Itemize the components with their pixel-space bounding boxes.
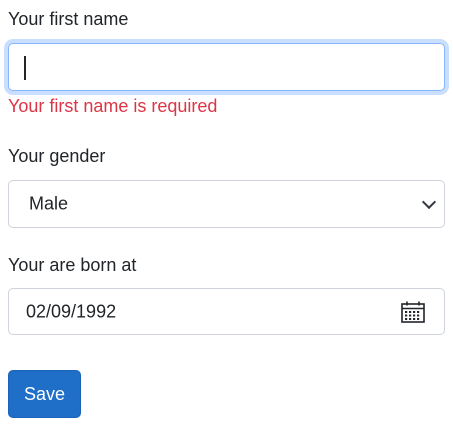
calendar-icon[interactable] — [401, 301, 425, 323]
gender-label: Your gender — [8, 146, 106, 166]
first-name-error: Your first name is required — [8, 96, 218, 116]
gender-selected-value: Male — [29, 193, 69, 214]
birth-date-input[interactable]: 02/09/1992 — [8, 288, 445, 335]
first-name-label: Your first name — [8, 9, 129, 29]
chevron-down-icon — [421, 194, 437, 210]
save-button[interactable]: Save — [8, 370, 81, 418]
first-name-input[interactable] — [8, 43, 445, 91]
gender-select[interactable]: Male — [8, 180, 445, 228]
birth-date-label: Your are born at — [8, 255, 137, 275]
birth-date-value: 02/09/1992 — [26, 301, 117, 321]
text-caret — [24, 56, 26, 80]
